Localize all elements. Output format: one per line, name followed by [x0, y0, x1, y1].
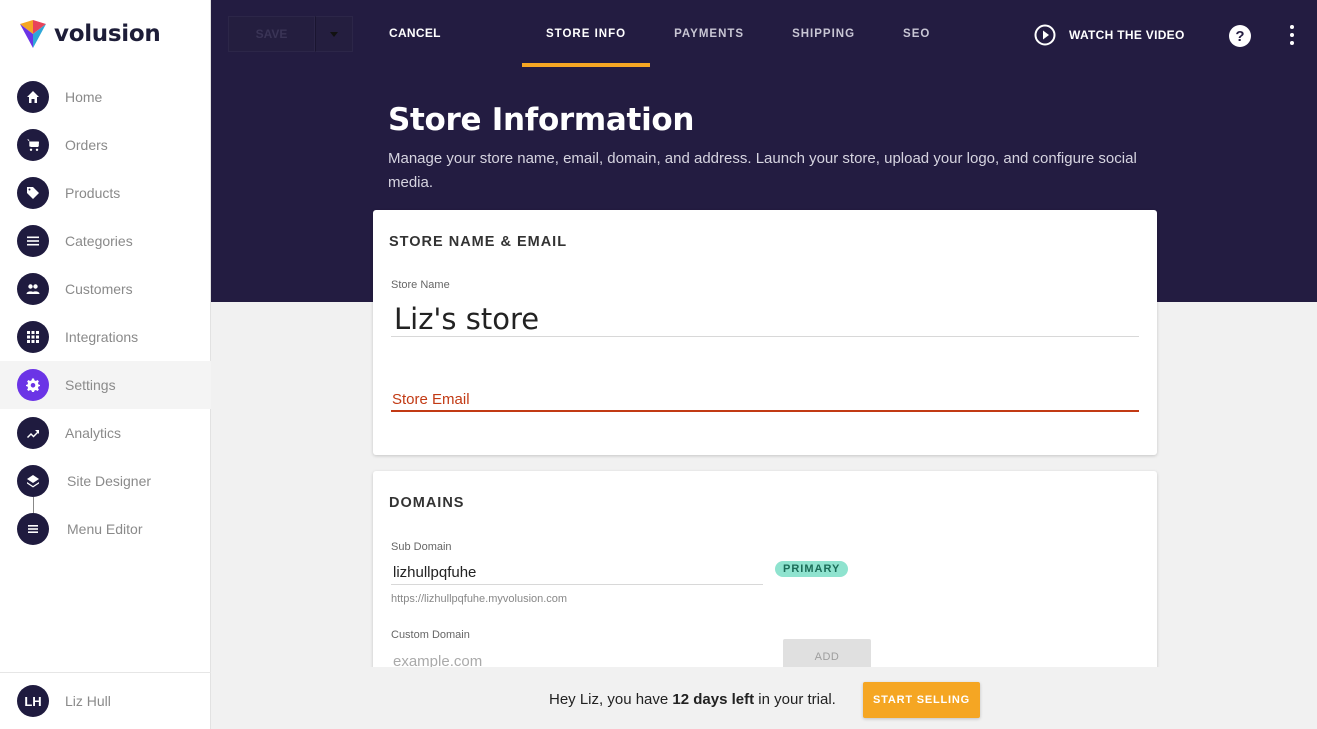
tab-seo[interactable]: SEO [879, 0, 954, 67]
sidebar-item-orders[interactable]: Orders [0, 121, 211, 169]
tag-icon [17, 177, 49, 209]
menu-icon [17, 513, 49, 545]
settings-tabs: STORE INFO PAYMENTS SHIPPING SEO [522, 0, 954, 67]
sidebar: volusion Home Orders Products Categories… [0, 0, 211, 729]
primary-badge: PRIMARY [775, 561, 849, 577]
save-dropdown-button[interactable] [315, 16, 353, 52]
volusion-logo-icon [20, 20, 46, 48]
sidebar-nav: Home Orders Products Categories Customer… [0, 73, 211, 553]
sidebar-item-label: Home [65, 89, 103, 105]
domains-card: DOMAINS Sub Domain PRIMARY https://lizhu… [373, 471, 1157, 681]
cancel-button[interactable]: CANCEL [389, 26, 441, 40]
custom-domain-label: Custom Domain [391, 629, 470, 641]
page-description: Manage your store name, email, domain, a… [388, 150, 1137, 191]
card-title: DOMAINS [389, 495, 465, 511]
sidebar-item-label: Settings [65, 377, 116, 393]
trending-icon [17, 417, 49, 449]
sidebar-item-home[interactable]: Home [0, 73, 211, 121]
trial-days: 12 days left [672, 691, 755, 708]
watch-video-button[interactable]: WATCH THE VIDEO [1034, 24, 1185, 46]
avatar: LH [17, 685, 49, 717]
sidebar-item-site-designer[interactable]: Site Designer [0, 457, 211, 505]
home-icon [17, 81, 49, 113]
help-icon[interactable]: ? [1229, 25, 1251, 47]
gear-icon [17, 369, 49, 401]
page-title: Store Information [388, 102, 695, 138]
top-toolbar: SAVE CANCEL STORE INFO PAYMENTS SHIPPING… [211, 0, 1317, 70]
layers-icon [17, 465, 49, 497]
sidebar-item-label: Integrations [65, 329, 139, 345]
brand-name: volusion [54, 21, 161, 47]
sidebar-item-menu-editor[interactable]: Menu Editor [0, 505, 211, 553]
trial-banner: Hey Liz, you have 12 days left in your t… [212, 667, 1317, 729]
save-button-group: SAVE [228, 16, 353, 52]
sidebar-item-label: Categories [65, 233, 133, 249]
sidebar-item-analytics[interactable]: Analytics [0, 409, 211, 457]
sidebar-item-label: Products [65, 185, 121, 201]
sidebar-item-label: Site Designer [67, 473, 152, 489]
list-icon [17, 225, 49, 257]
sidebar-item-categories[interactable]: Categories [0, 217, 211, 265]
user-profile[interactable]: LH Liz Hull [0, 672, 211, 729]
sidebar-item-customers[interactable]: Customers [0, 265, 211, 313]
sub-domain-url: https://lizhullpqfuhe.myvolusion.com [391, 593, 568, 605]
tab-shipping[interactable]: SHIPPING [768, 0, 879, 67]
tab-store-info[interactable]: STORE INFO [522, 0, 651, 67]
sidebar-item-products[interactable]: Products [0, 169, 211, 217]
sidebar-item-label: Analytics [65, 425, 122, 441]
user-name: Liz Hull [65, 693, 111, 709]
grid-icon [17, 321, 49, 353]
trial-message: Hey Liz, you have 12 days left in your t… [549, 691, 836, 708]
sidebar-item-label: Customers [65, 281, 133, 297]
play-circle-icon [1034, 24, 1056, 46]
people-icon [17, 273, 49, 305]
start-selling-button[interactable]: START SELLING [863, 682, 980, 718]
card-title: STORE NAME & EMAIL [389, 234, 568, 250]
store-name-label: Store Name [391, 279, 450, 291]
store-email-input[interactable] [391, 388, 1139, 412]
sidebar-item-label: Orders [65, 137, 108, 153]
tab-payments[interactable]: PAYMENTS [650, 0, 768, 67]
trial-suffix: in your trial. [754, 691, 836, 708]
sidebar-item-integrations[interactable]: Integrations [0, 313, 211, 361]
sidebar-item-label: Menu Editor [67, 521, 143, 537]
trial-prefix: Hey Liz, you have [549, 691, 673, 708]
more-options-icon[interactable] [1287, 25, 1297, 45]
save-button[interactable]: SAVE [228, 16, 315, 52]
store-name-input[interactable] [391, 301, 1139, 337]
nav-connector [33, 497, 34, 513]
store-name-email-card: STORE NAME & EMAIL Store Name [373, 210, 1157, 455]
caret-down-icon [330, 31, 338, 37]
sidebar-item-settings[interactable]: Settings [0, 361, 211, 409]
watch-video-label: WATCH THE VIDEO [1069, 28, 1185, 42]
sub-domain-label: Sub Domain [391, 541, 452, 553]
cart-icon [17, 129, 49, 161]
sub-domain-input[interactable] [391, 561, 763, 585]
logo[interactable]: volusion [20, 20, 161, 48]
